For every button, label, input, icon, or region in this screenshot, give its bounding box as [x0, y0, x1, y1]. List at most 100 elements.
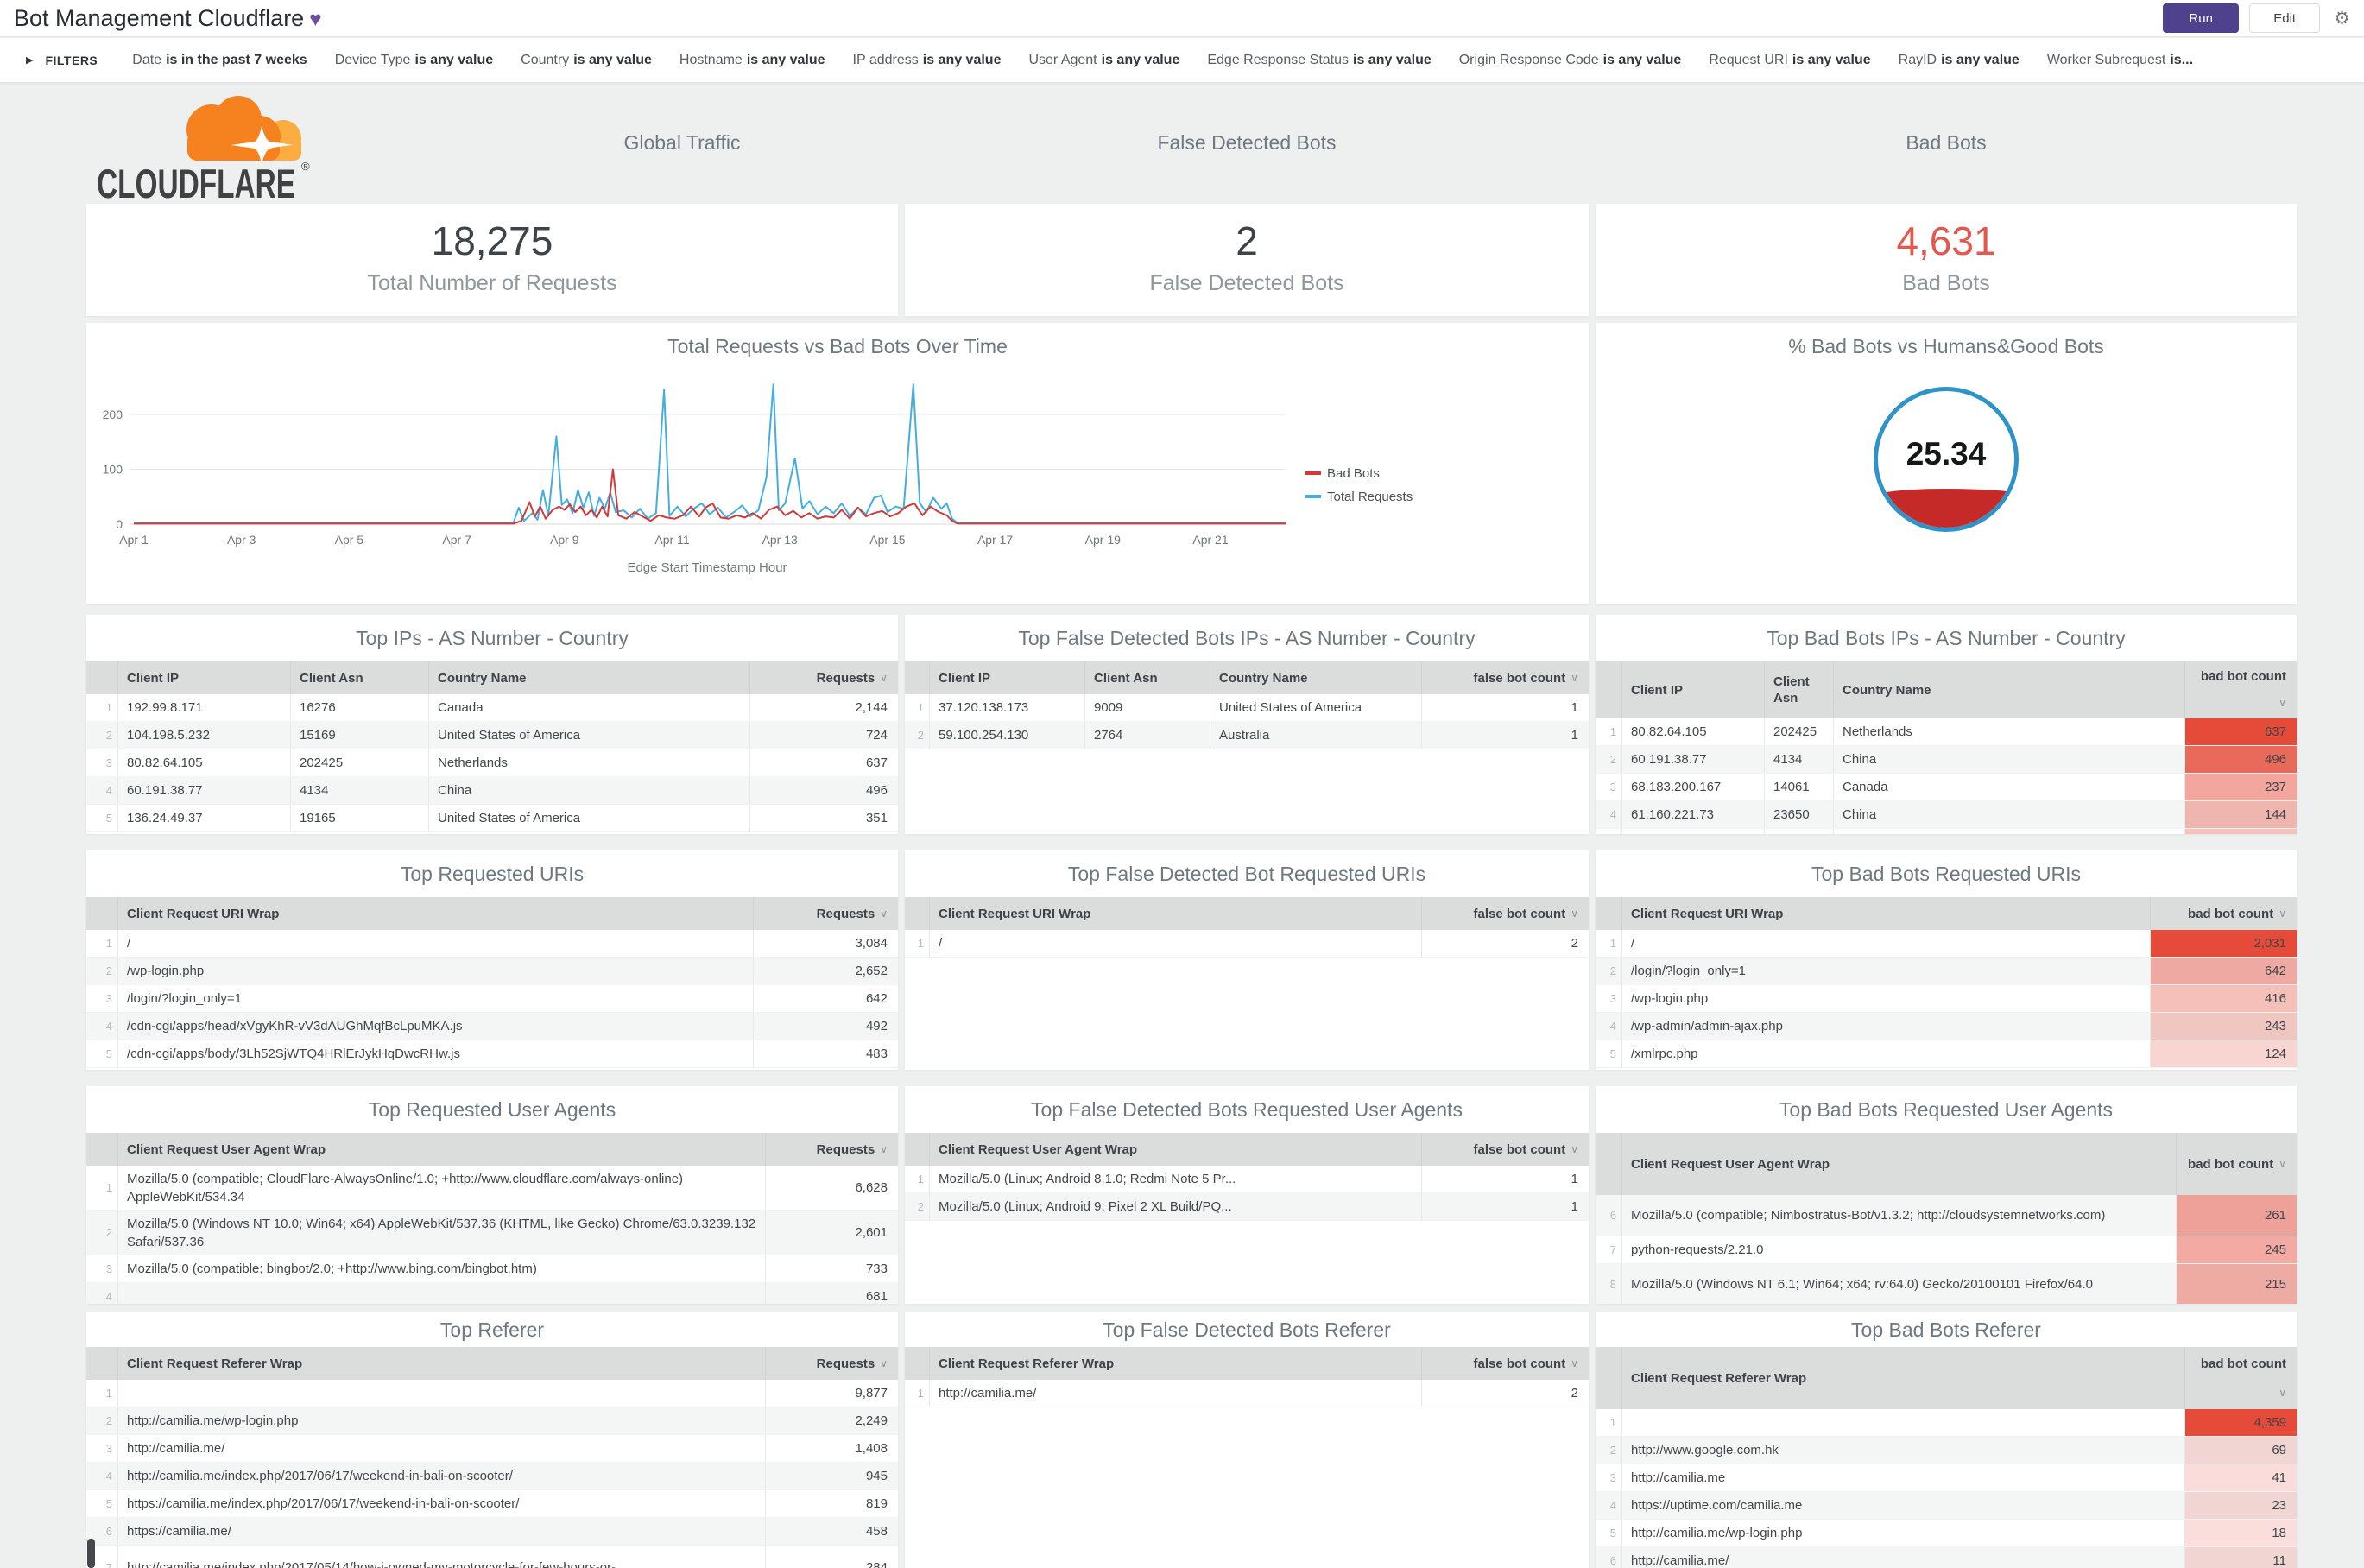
table-cell: 4134	[290, 777, 428, 804]
column-header-client-request-user-agent-wrap[interactable]: Client Request User Agent Wrap	[1621, 1133, 2176, 1195]
filter-edge-response-status[interactable]: Edge Response Status is any value	[1207, 53, 1431, 68]
table-cell: 4,359	[2184, 1409, 2297, 1436]
table-row: 1 /3,084	[86, 930, 898, 958]
table-row: 7 http://camilia.me/index.php/2017/05/14/…	[86, 1546, 898, 1568]
liquid-gauge-circle: 25.34	[1874, 387, 2019, 532]
table-header-row: Client IP Client Asn Country Name Requests ∨	[86, 661, 898, 694]
row-number-header	[86, 1347, 117, 1380]
table-cell: 637	[749, 749, 898, 776]
column-header-requests[interactable]: Requests ∨	[765, 1347, 898, 1380]
table-cell: http://camilia.me/	[1621, 1547, 2184, 1568]
column-header-requests[interactable]: Requests ∨	[753, 897, 898, 930]
table-row: 2 Mozilla/5.0 (Windows NT 10.0; Win64; x6…	[86, 1211, 898, 1255]
x-axis-tick-label: Apr 19	[1085, 533, 1121, 547]
column-header-client-request-user-agent-wrap[interactable]: Client Request User Agent Wrap	[117, 1133, 765, 1166]
table-cell: United States of America	[428, 722, 749, 749]
row-number: 2	[917, 729, 924, 742]
column-header-client-ip[interactable]: Client IP	[1621, 661, 1764, 718]
column-header-false-bot-count[interactable]: false bot count ∨	[1421, 661, 1589, 694]
filter-device-type[interactable]: Device Type is any value	[335, 53, 493, 68]
filter-hostname[interactable]: Hostname is any value	[679, 53, 825, 68]
row-number: 6	[1609, 1554, 1616, 1567]
table-cell: 1	[1421, 722, 1589, 749]
table-cell: /cdn-cgi/apps/head/xVgyKhR-vV3dAUGhMqfBc…	[117, 1013, 753, 1040]
filter-date[interactable]: Date is in the past 7 weeks	[132, 53, 307, 68]
table-title: Top Requested User Agents	[368, 1097, 616, 1121]
tile-top-bad-bots-referer: Top Bad Bots Referer Client Request Refe…	[1596, 1312, 2297, 1568]
table-cell: 41	[2184, 1464, 2297, 1491]
filters-expand-icon[interactable]: ▶	[26, 54, 33, 66]
sort-caret-icon: ∨	[1571, 1356, 1578, 1369]
column-header-client-request-uri-wrap[interactable]: Client Request URI Wrap	[929, 897, 1421, 930]
column-header-false-bot-count[interactable]: false bot count ∨	[1421, 1347, 1589, 1380]
table-header-row: Client Request User Agent Wrap Requests ∨	[86, 1133, 898, 1166]
table-header-row: Client IP Client Asn Country Name bad bot c…	[1596, 661, 2297, 718]
column-header-label: false bot count	[1473, 1356, 1566, 1371]
table-cell: 80.82.64.105	[1621, 718, 1764, 745]
table-row: 1 Mozilla/5.0 (Linux; Android 8.1.0; Redm…	[905, 1166, 1589, 1193]
x-axis-tick-label: Apr 21	[1192, 533, 1228, 547]
column-header-label: Requests	[816, 906, 875, 921]
filters-label[interactable]: FILTERS	[45, 54, 98, 67]
gear-icon[interactable]: ⚙	[2334, 8, 2350, 29]
vertical-scrollbar-thumb[interactable]	[87, 1539, 95, 1568]
edit-button[interactable]: Edit	[2249, 3, 2321, 33]
y-axis-tick-label: 200	[103, 408, 123, 421]
column-header-client-request-referer-wrap[interactable]: Client Request Referer Wrap	[117, 1347, 765, 1380]
column-header-client-asn[interactable]: Client Asn	[1084, 661, 1210, 694]
table-cell: 733	[765, 1255, 898, 1282]
filter-ip-address[interactable]: IP address is any value	[853, 53, 1002, 68]
run-button[interactable]: Run	[2163, 3, 2240, 33]
filter-user-agent[interactable]: User Agent is any value	[1028, 53, 1179, 68]
column-header-client-request-referer-wrap[interactable]: Client Request Referer Wrap	[1621, 1347, 2184, 1409]
column-header-false-bot-count[interactable]: false bot count ∨	[1421, 1133, 1589, 1166]
column-header-country-name[interactable]: Country Name	[1210, 661, 1421, 694]
tile-top-false-bots-ips: Top False Detected Bots IPs - AS Number …	[905, 615, 1589, 834]
table-row: 6 Mozilla/5.0 (compatible; Nimbostratus-B…	[1596, 1195, 2297, 1236]
column-header-bad-bot-count[interactable]: bad bot count ∨	[2184, 1347, 2297, 1409]
filter-rayid[interactable]: RayID is any value	[1899, 53, 2020, 68]
table-cell: 642	[753, 985, 898, 1012]
row-number: 5	[1609, 1047, 1616, 1060]
column-header-label: Country Name	[1219, 670, 1308, 686]
table-top-user-agents: Client Request User Agent Wrap Requests ∨ 1…	[86, 1133, 898, 1304]
table-header-row: Client Request Referer Wrap bad bot count…	[1596, 1347, 2297, 1409]
column-header-client-ip[interactable]: Client IP	[929, 661, 1084, 694]
column-header-client-request-uri-wrap[interactable]: Client Request URI Wrap	[1621, 897, 2150, 930]
table-top-false-bots-ips: Client IP Client Asn Country Name false bot…	[905, 661, 1589, 749]
column-header-client-asn[interactable]: Client Asn	[290, 661, 428, 694]
column-header-bad-bot-count[interactable]: bad bot count ∨	[2150, 897, 2297, 930]
column-header-client-asn[interactable]: Client Asn	[1764, 661, 1833, 718]
kpi-false-detected-bots: 2 False Detected Bots	[905, 204, 1589, 316]
column-header-country-name[interactable]: Country Name	[428, 661, 749, 694]
column-header-client-ip[interactable]: Client IP	[117, 661, 290, 694]
column-header-country-name[interactable]: Country Name	[1833, 661, 2184, 718]
table-cell: Mozilla/5.0 (compatible; bingbot/2.0; +h…	[117, 1255, 765, 1282]
gauge-fill	[1878, 488, 2014, 528]
column-header-label: bad bot count	[2188, 906, 2274, 921]
column-header-false-bot-count[interactable]: false bot count ∨	[1421, 897, 1589, 930]
row-number: 3	[1609, 992, 1616, 1005]
table-cell: 1	[1421, 1166, 1589, 1192]
filter-worker-subrequest[interactable]: Worker Subrequest is...	[2047, 53, 2193, 68]
column-header-bad-bot-count[interactable]: bad bot count ∨	[2176, 1133, 2297, 1195]
table-cell: 202425	[1764, 718, 1833, 745]
filter-request-uri[interactable]: Request URI is any value	[1709, 53, 1870, 68]
filter-origin-response-code[interactable]: Origin Response Code is any value	[1459, 53, 1682, 68]
column-header-bad-bot-count[interactable]: bad bot count ∨	[2184, 661, 2297, 718]
column-header-client-request-referer-wrap[interactable]: Client Request Referer Wrap	[929, 1347, 1421, 1380]
table-title: Top False Detected Bots Referer	[1103, 1318, 1391, 1341]
column-header-label: Client Request Referer Wrap	[939, 1356, 1115, 1371]
column-header-client-request-uri-wrap[interactable]: Client Request URI Wrap	[117, 897, 753, 930]
kpi-bad-bots-value: 4,631	[1896, 218, 1996, 263]
column-header-requests[interactable]: Requests ∨	[765, 1133, 898, 1166]
filter-country[interactable]: Country is any value	[521, 53, 652, 68]
column-header-client-request-user-agent-wrap[interactable]: Client Request User Agent Wrap	[929, 1133, 1421, 1166]
filter-condition: is any value	[414, 52, 494, 67]
table-cell: 9,877	[765, 1380, 898, 1407]
table-cell: 136.24.49.37	[117, 805, 290, 831]
column-header-requests[interactable]: Requests ∨	[749, 661, 898, 694]
sort-caret-icon: ∨	[2279, 1157, 2286, 1170]
row-number: 4	[1609, 1499, 1616, 1512]
table-cell: 61.160.221.73	[1621, 801, 1764, 828]
